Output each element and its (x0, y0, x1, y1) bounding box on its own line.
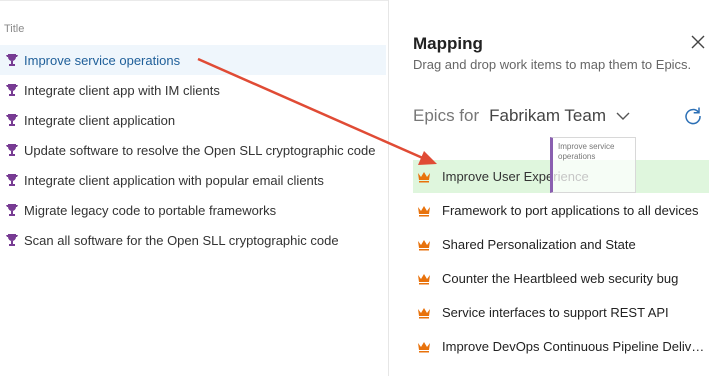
mapping-subtitle: Drag and drop work items to map them to … (413, 57, 692, 72)
epic-item-label: Service interfaces to support REST API (442, 305, 669, 320)
epic-item-label: Shared Personalization and State (442, 237, 636, 252)
mapping-title: Mapping (413, 34, 483, 53)
backlog-row[interactable]: Improve service operations (0, 45, 386, 75)
backlog-row-title: Migrate legacy code to portable framewor… (24, 202, 277, 218)
backlog-row-title: Update software to resolve the Open SLL … (24, 142, 376, 158)
epic-item[interactable]: Counter the Heartbleed web security bug (413, 262, 709, 295)
crown-icon (418, 205, 430, 216)
backlog-row[interactable]: Integrate client application with popula… (0, 165, 386, 195)
backlog-row[interactable]: Update software to resolve the Open SLL … (0, 135, 386, 165)
backlog-row-title: Scan all software for the Open SLL crypt… (24, 232, 339, 248)
close-icon[interactable] (689, 33, 707, 51)
trophy-icon (6, 174, 18, 186)
backlog-row-title: Integrate client app with IM clients (24, 82, 220, 98)
refresh-icon[interactable] (683, 106, 703, 126)
crown-icon (418, 239, 430, 250)
crown-icon (418, 171, 430, 182)
epic-item-label: Improve DevOps Continuous Pipeline Deliv… (442, 339, 709, 354)
backlog-row-title: Integrate client application with popula… (24, 172, 324, 188)
backlog-row[interactable]: Integrate client application (0, 105, 386, 135)
trophy-icon (6, 54, 18, 66)
epic-item[interactable]: Shared Personalization and State (413, 228, 709, 261)
epics-for-label: Epics for (413, 106, 480, 125)
backlog-panel: Title Improve service operations Integra… (0, 0, 388, 377)
drag-preview: Improve service operations (550, 137, 636, 193)
backlog-row[interactable]: Integrate client app with IM clients (0, 75, 386, 105)
backlog-row[interactable]: Scan all software for the Open SLL crypt… (0, 225, 386, 255)
team-selector[interactable]: Epics for Fabrikam Team (413, 106, 630, 126)
backlog-row-title: Integrate client application (24, 112, 176, 128)
epic-item-label: Counter the Heartbleed web security bug (442, 271, 679, 286)
epic-item[interactable]: Improve DevOps Continuous Pipeline Deliv… (413, 330, 709, 363)
backlog-row[interactable]: Migrate legacy code to portable framewor… (0, 195, 386, 225)
title-column-header[interactable]: Title (4, 23, 24, 35)
epic-item-label: Framework to port applications to all de… (442, 203, 699, 218)
crown-icon (418, 273, 430, 284)
trophy-icon (6, 204, 18, 216)
epic-item[interactable]: Service interfaces to support REST API (413, 296, 709, 329)
trophy-icon (6, 84, 18, 96)
chevron-down-icon (616, 112, 630, 120)
trophy-icon (6, 234, 18, 246)
backlog-row-title: Improve service operations (24, 52, 181, 68)
epic-item[interactable]: Framework to port applications to all de… (413, 194, 709, 227)
team-name: Fabrikam Team (489, 106, 606, 125)
trophy-icon (6, 144, 18, 156)
trophy-icon (6, 114, 18, 126)
crown-icon (418, 341, 430, 352)
crown-icon (418, 307, 430, 318)
